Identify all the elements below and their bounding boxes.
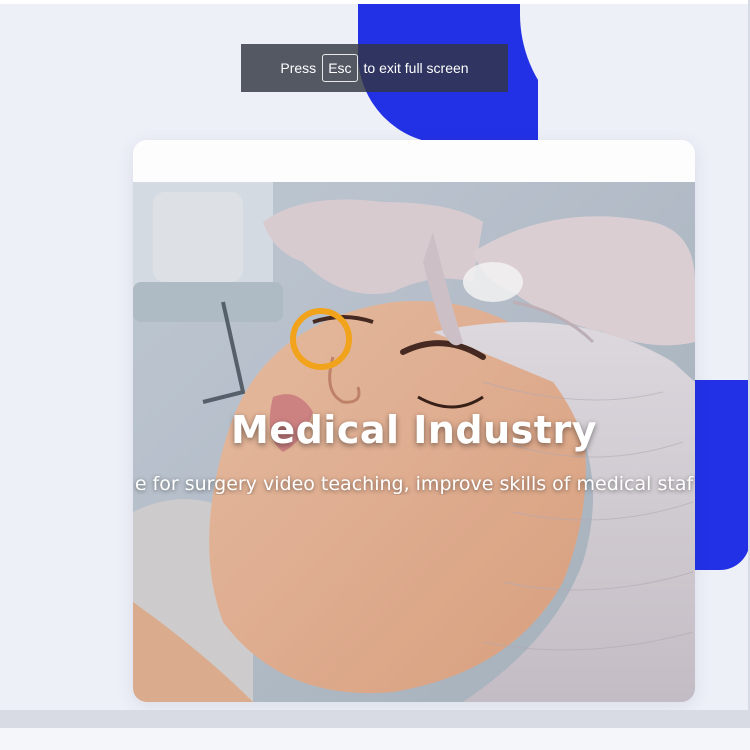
slide-card[interactable]: Medical Industry e for surgery video tea… [133,140,695,702]
card-header [133,140,695,182]
fullscreen-exit-toast: Press Esc to exit full screen [241,44,508,92]
focus-ring-icon [290,308,352,370]
toast-message: to exit full screen [363,60,469,76]
bottom-bar-lower [0,728,750,750]
esc-key-badge: Esc [322,54,358,82]
slide-subtitle: e for surgery video teaching, improve sk… [134,473,694,495]
toast-press-text: Press [280,60,317,76]
decorative-blue-arc-right [690,380,750,570]
fullscreen-page: Medical Industry e for surgery video tea… [0,0,750,750]
slide-title: Medical Industry [231,408,597,452]
decorative-arc-cutout [520,4,700,144]
